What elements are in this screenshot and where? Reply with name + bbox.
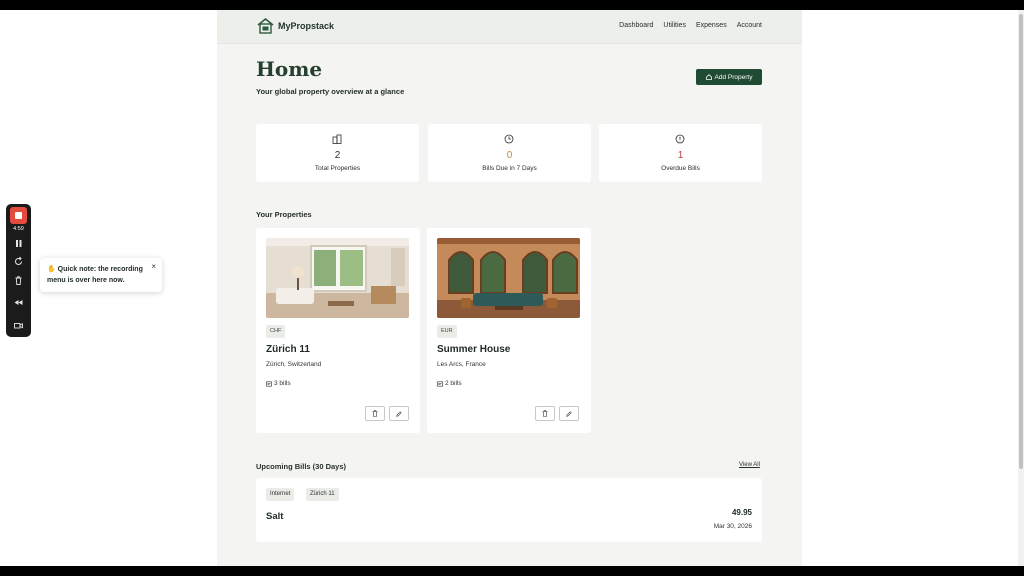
stat-overdue-bills: 1 Overdue Bills — [599, 124, 762, 182]
currency-tag: EUR — [437, 325, 457, 338]
stat-bills-due: 0 Bills Due in 7 Days — [428, 124, 591, 182]
add-property-button[interactable]: Add Property — [696, 69, 762, 85]
property-bills: 3 bills — [266, 380, 291, 387]
receipt-icon — [266, 380, 272, 387]
properties-heading: Your Properties — [256, 210, 312, 219]
bill-card[interactable]: Internet Zürich 11 Salt 49.95 Mar 30, 20… — [256, 478, 762, 542]
edit-property-button[interactable] — [559, 406, 579, 421]
top-navigation: MyPropstack Dashboard Utilities Expenses… — [217, 10, 802, 44]
trash-icon[interactable] — [13, 275, 24, 286]
pencil-icon — [396, 410, 402, 417]
currency-tag: CHF — [266, 325, 286, 338]
recording-menu-tooltip: ✋ Quick note: the recording menu is over… — [40, 258, 162, 292]
stat-label: Total Properties — [314, 165, 361, 172]
page-scrollbar[interactable] — [1018, 10, 1024, 566]
recording-timer: 4:59 — [13, 226, 24, 232]
upcoming-bills-heading: Upcoming Bills (30 Days) — [256, 462, 347, 471]
camera-icon[interactable] — [13, 320, 24, 331]
trash-icon — [372, 410, 378, 417]
receipt-icon — [437, 380, 443, 387]
stat-total-properties: 2 Total Properties — [256, 124, 419, 182]
property-bills: 2 bills — [437, 380, 462, 387]
bills-count: 3 bills — [274, 380, 291, 387]
building-icon — [332, 134, 342, 144]
stat-label: Bills Due in 7 Days — [482, 165, 537, 172]
house-logo-icon — [257, 18, 274, 34]
nav-dashboard[interactable]: Dashboard — [619, 22, 653, 29]
app-page: MyPropstack Dashboard Utilities Expenses… — [217, 10, 802, 566]
nav-account[interactable]: Account — [737, 22, 762, 29]
delete-property-button[interactable] — [535, 406, 555, 421]
stat-value: 1 — [677, 150, 684, 161]
restart-icon[interactable] — [13, 256, 24, 267]
pencil-icon — [566, 410, 572, 417]
bill-amount: 49.95 — [731, 508, 752, 517]
bill-property-tag: Zürich 11 — [306, 488, 339, 501]
home-icon — [705, 74, 712, 80]
stat-value: 0 — [506, 150, 513, 161]
nav-utilities[interactable]: Utilities — [663, 22, 686, 29]
property-name: Summer House — [437, 344, 511, 355]
alert-circle-icon — [675, 134, 685, 144]
bill-date: Mar 30, 2026 — [713, 523, 752, 530]
tooltip-text: ✋ Quick note: the recording menu is over… — [47, 264, 147, 286]
browser-viewport: MyPropstack Dashboard Utilities Expenses… — [0, 10, 1024, 566]
hand-wave-icon: ✋ — [47, 266, 56, 273]
property-photo — [266, 238, 409, 318]
bill-name: Salt — [266, 511, 284, 522]
brand[interactable]: MyPropstack — [257, 18, 334, 34]
trash-icon — [542, 410, 548, 417]
recording-toolbar: 4:59 — [6, 204, 31, 337]
edit-property-button[interactable] — [389, 406, 409, 421]
clock-icon — [504, 134, 514, 144]
property-location: Zürich, Switzerland — [266, 361, 322, 368]
stat-label: Overdue Bills — [661, 165, 700, 172]
view-all-link[interactable]: View All — [739, 462, 760, 468]
scrollbar-thumb[interactable] — [1019, 14, 1023, 469]
property-card-summer-house[interactable]: EUR Summer House Les Arcs, France 2 bill… — [427, 228, 591, 433]
tooltip-message: Quick note: the recording menu is over h… — [47, 266, 143, 284]
property-photo — [437, 238, 580, 318]
stat-value: 2 — [334, 150, 341, 161]
nav-expenses[interactable]: Expenses — [696, 22, 727, 29]
page-subtitle: Your global property overview at a glanc… — [256, 87, 405, 96]
nav-links: Dashboard Utilities Expenses Account — [619, 22, 762, 29]
page-title: Home — [256, 57, 323, 81]
property-location: Les Arcs, France — [437, 361, 486, 368]
property-card-zurich[interactable]: CHF Zürich 11 Zürich, Switzerland 3 bill… — [256, 228, 420, 433]
add-property-label: Add Property — [714, 73, 753, 81]
bills-count: 2 bills — [445, 380, 462, 387]
pause-icon[interactable] — [13, 238, 24, 249]
stop-recording-button[interactable] — [10, 207, 27, 224]
brand-name: MyPropstack — [278, 21, 335, 31]
property-name: Zürich 11 — [266, 344, 310, 355]
delete-property-button[interactable] — [365, 406, 385, 421]
rewind-icon[interactable] — [13, 297, 24, 308]
bill-category-tag: Internet — [266, 488, 295, 501]
close-icon[interactable]: × — [151, 262, 156, 271]
